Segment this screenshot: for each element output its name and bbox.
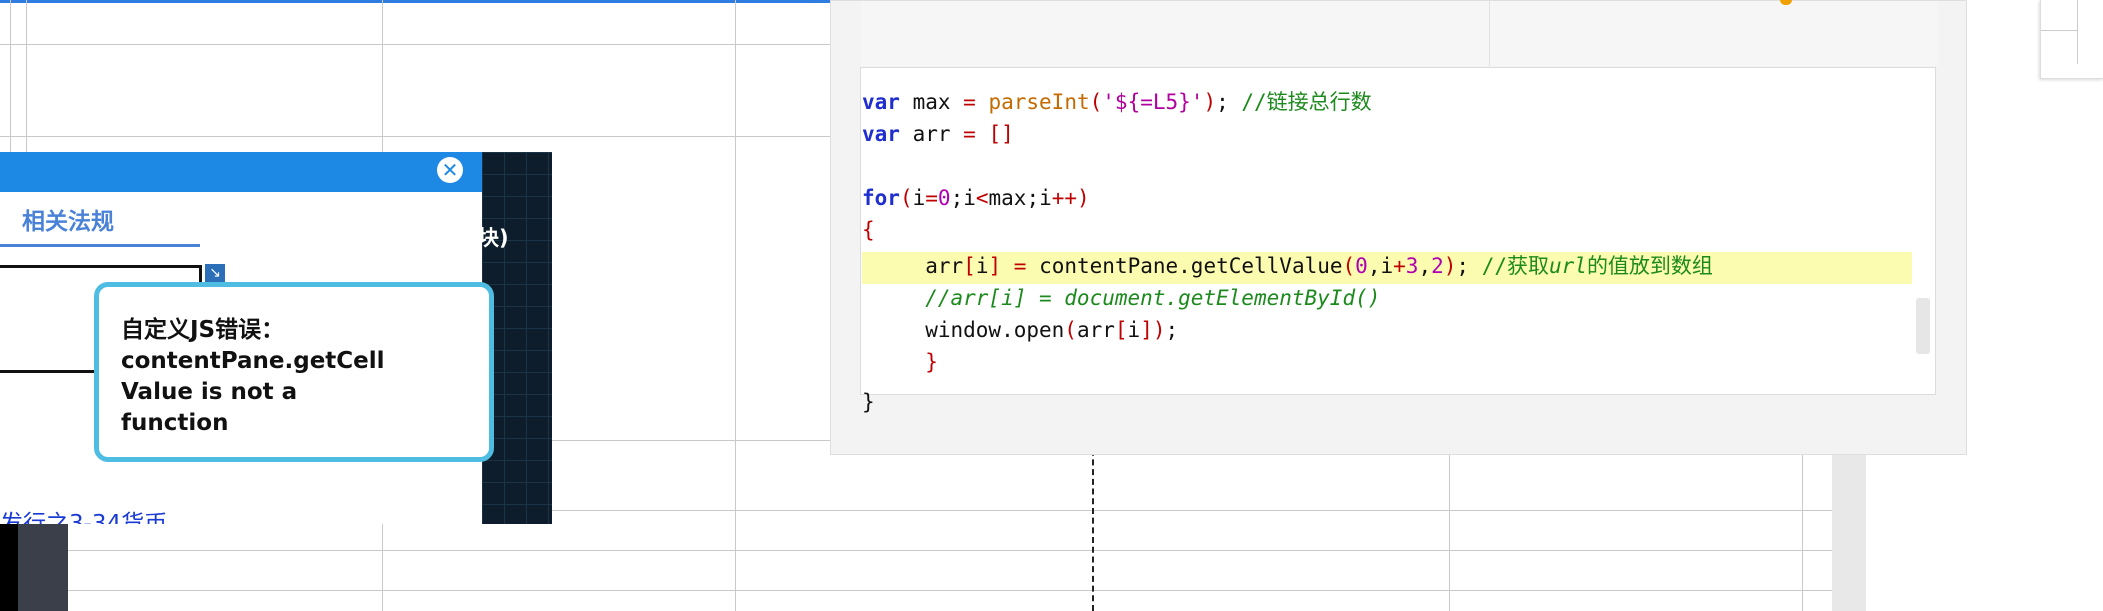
code-token: = [925,186,938,210]
code-token: 0 [1355,254,1368,278]
code-token: [ [1114,318,1128,342]
code-line[interactable]: { [862,216,875,244]
code-token: //arr[i] = document.getElementById() [925,286,1381,310]
expand-arrow-icon[interactable]: ↘ [205,264,225,282]
code-token: ++) [1051,186,1090,210]
taskbar-edge [0,524,18,611]
popup-header: ✕ [0,152,482,192]
code-token: window.open [862,318,1065,342]
code-token: ( [1064,318,1077,342]
taskbar-fragment [0,524,68,611]
grid-col-line [735,0,736,611]
editor-toolbar [861,1,1938,66]
code-token: } [925,350,938,374]
code-token: parseInt [988,90,1090,114]
code-token: contentPane.getCellValue [1026,254,1343,278]
code-token: = [963,122,976,146]
code-token: ] [988,254,1002,278]
code-token: url [1549,254,1587,278]
code-token: ; [1216,90,1242,114]
toolbar-separator [1489,1,1490,66]
code-token: < [975,186,989,210]
close-circle-icon[interactable]: ✕ [437,157,463,183]
code-token: ,i [1367,254,1394,278]
scroll-gutter [1832,455,1866,611]
code-token: ]) [1140,318,1166,342]
code-token: ) [1443,254,1457,278]
code-token: 2 [1431,254,1444,278]
error-tooltip: 自定义JS错误：contentPane.getCell Value is not… [94,282,494,462]
code-line[interactable]: //arr[i] = document.getElementById() [862,284,1380,312]
partial-header-text: 块) [478,226,509,250]
regulation-link[interactable]: 发行之3-34货币 [0,504,167,524]
code-token: arr [899,122,964,146]
code-line[interactable]: window.open(arr[i]); [862,316,1178,344]
code-token: 的值放到数组 [1586,254,1713,278]
code-token: { [862,218,875,242]
code-line[interactable]: var arr = [] [862,120,1014,148]
code-token: + [1393,254,1406,278]
code-token: ( [1342,254,1356,278]
code-token: ; [1456,254,1482,278]
code-line[interactable]: } [862,348,938,376]
code-token: ) [1203,90,1217,114]
code-token: ; [1165,318,1179,342]
code-token: arr [862,254,964,278]
tab-regulations[interactable]: 相关法规 [22,202,114,236]
code-editor[interactable] [860,67,1936,395]
code-line[interactable]: for(i=0;i<max;i++) [862,184,1090,212]
code-token: ( [1089,90,1103,114]
code-token: = [1013,254,1027,278]
code-token: } [862,390,875,414]
panel-divider [2041,30,2077,31]
code-token: //链接总行数 [1241,90,1372,114]
code-token: arr [1076,318,1115,342]
grid-row-line [0,550,1835,551]
code-token: var [862,122,900,146]
code-token: 3 [1405,254,1419,278]
code-token: var [862,90,900,114]
code-token: max [899,90,964,114]
code-token: for [862,186,900,210]
tab-underline [0,244,200,247]
code-token: //获取 [1481,254,1549,278]
code-line[interactable]: var max = parseInt('${=L5}'); //链接总行数 [862,88,1372,116]
code-token: = [963,90,976,114]
detail-popup: ✕ 块) 相关法规 ↘ 自定义JS错误：contentPane.getCell … [0,152,552,524]
page-break-line [1092,440,1094,611]
code-token: i [1127,318,1141,342]
error-message: 自定义JS错误：contentPane.getCell Value is not… [121,317,385,436]
code-token: '${=L5}' [1102,90,1204,114]
code-token: [] [988,122,1014,146]
code-token: , [1418,254,1432,278]
code-token: ;i [950,186,976,210]
code-token: i [912,186,926,210]
code-token: i [975,254,989,278]
code-token: [ [963,254,976,278]
editor-scrollbar-thumb[interactable] [1916,298,1930,354]
grid-row-line [0,590,1835,591]
code-token: max;i [988,186,1052,210]
code-line[interactable]: arr[i] = contentPane.getCellValue(0,i+3,… [862,252,1713,280]
side-panel-fragment [2040,0,2103,79]
code-token: ( [899,186,913,210]
code-token: 0 [937,186,951,210]
panel-divider [2077,0,2078,64]
selection-top-border [0,0,830,3]
code-line[interactable]: } [862,388,875,416]
